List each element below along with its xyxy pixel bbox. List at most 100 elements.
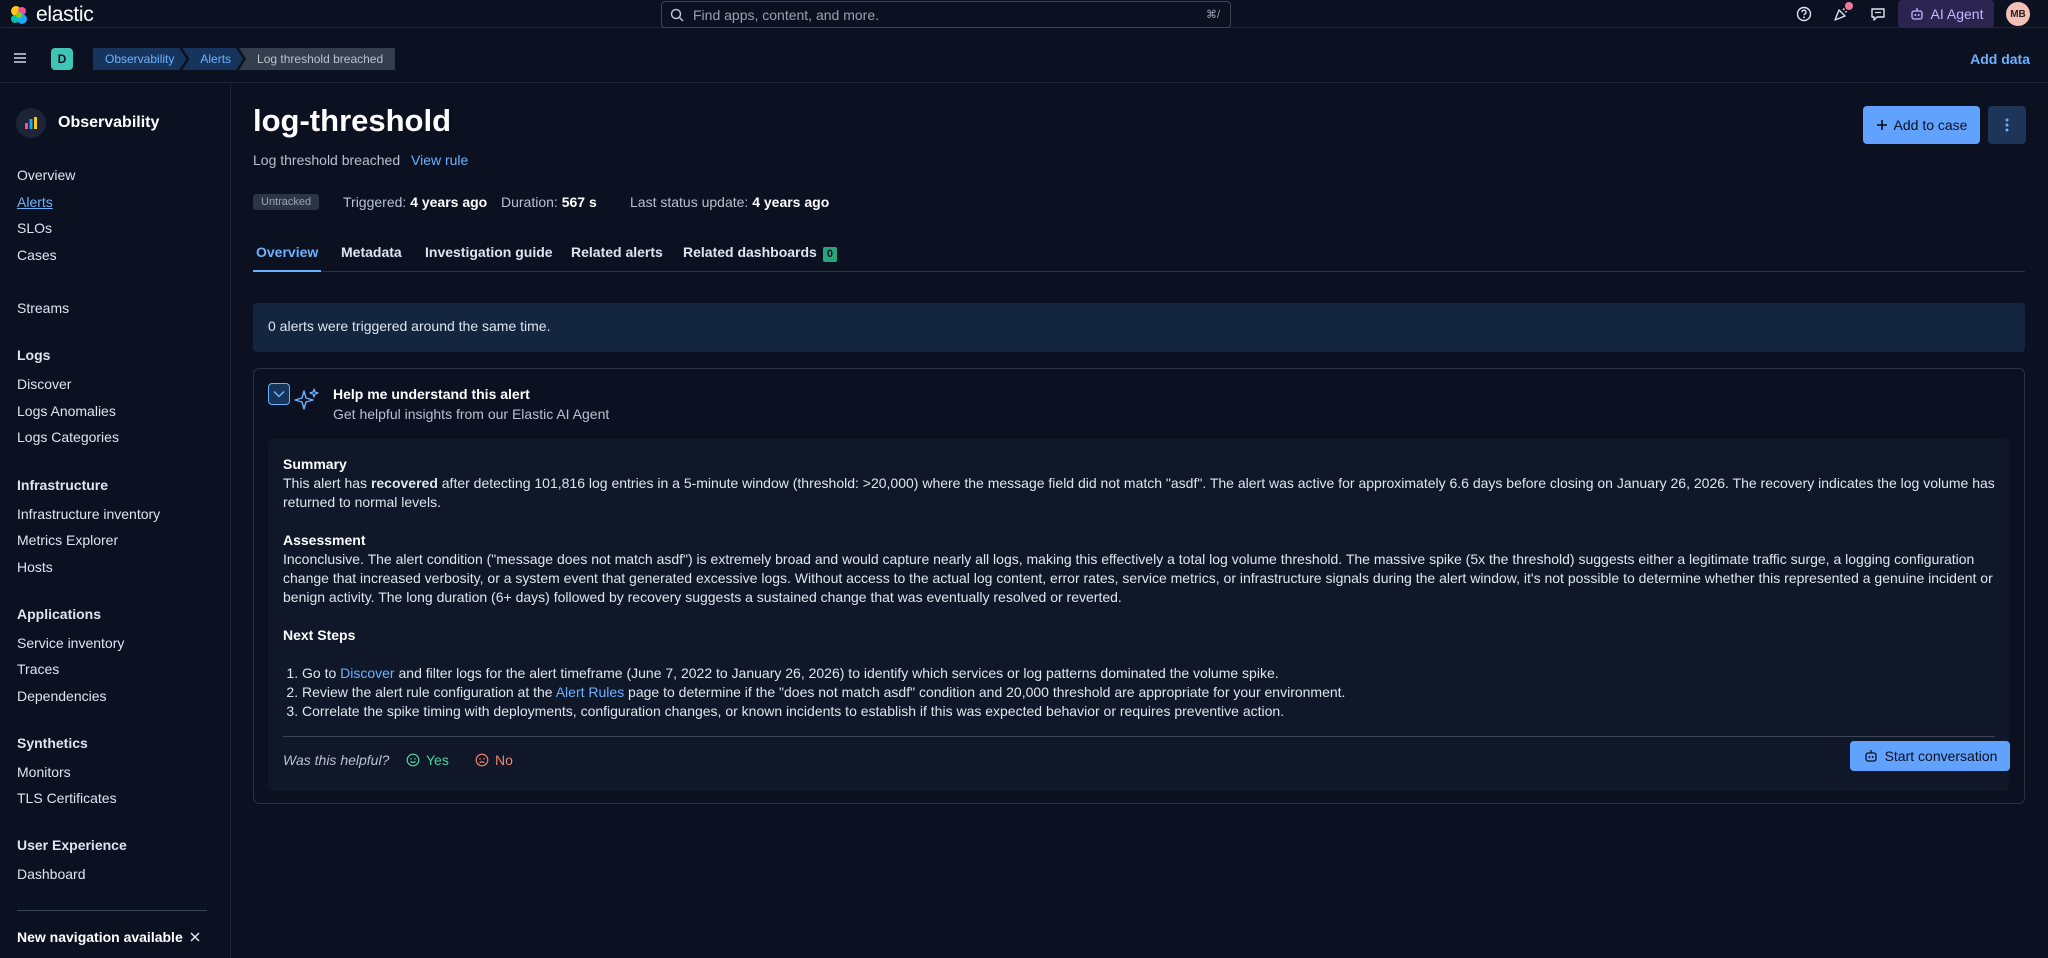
notification-dot [1845,2,1853,10]
sidebar-item-traces[interactable]: Traces [17,661,59,677]
vertical-dots-icon [2005,118,2009,132]
list-item: Correlate the spike timing with deployme… [302,702,1995,721]
sidebar-item-streams[interactable]: Streams [17,300,69,316]
sidebar-item-hosts[interactable]: Hosts [17,559,53,575]
last-status-meta: Last status update: 4 years ago [630,194,829,210]
search-icon [670,8,684,22]
space-selector[interactable]: D [51,48,73,70]
sidebar-item-logs-categories[interactable]: Logs Categories [17,429,119,445]
menu-toggle-icon[interactable] [12,52,28,64]
active-tab-indicator [253,270,321,272]
last-status-value: 4 years ago [752,194,830,210]
search-shortcut: ⌘/ [1205,9,1220,21]
next-steps-heading: Next Steps [283,627,356,643]
smile-icon [406,753,420,767]
list-item: Go to Discover and filter logs for the a… [302,664,1995,683]
tab-metadata[interactable]: Metadata [341,244,402,260]
sidebar-header: Observability [16,108,159,138]
top-header: elastic Find apps, content, and more. ⌘/ [0,0,2048,28]
alert-reason: Log threshold breached [253,152,401,168]
sidebar-item-discover[interactable]: Discover [17,376,71,392]
sidebar-item-monitors[interactable]: Monitors [17,764,71,780]
alert-rules-link[interactable]: Alert Rules [556,684,624,700]
sidebar-divider [17,910,207,911]
sidebar-item-infrastructure-inventory[interactable]: Infrastructure inventory [17,506,160,522]
tab-bar: Overview Metadata Investigation guide Re… [253,230,2025,272]
sidebar-group-applications: Applications [17,606,102,622]
feedback-yes-button[interactable]: Yes [406,752,449,768]
breadcrumb-observability[interactable]: Observability [93,48,186,70]
robot-icon [1864,750,1877,762]
tab-related-dashboards-label: Related dashboards [683,244,817,260]
breadcrumb: Observability Alerts Log threshold breac… [93,48,396,70]
more-actions-button[interactable] [1988,106,2026,144]
ai-insight-panel: Help me understand this alert Get helpfu… [253,368,2025,804]
feedback-yes-label: Yes [426,752,449,768]
add-data-link[interactable]: Add data [1970,51,2030,67]
sidebar-item-dashboard[interactable]: Dashboard [17,866,86,882]
sidebar-item-service-inventory[interactable]: Service inventory [17,635,124,651]
related-alerts-callout: 0 alerts were triggered around the same … [253,303,2025,352]
sidebar-group-user-experience: User Experience [17,837,127,853]
duration-meta: Duration: 567 s [501,194,597,210]
tab-count-badge: 0 [822,247,837,262]
callout-text: 0 alerts were triggered around the same … [268,318,551,334]
breadcrumb-current: Log threshold breached [239,48,396,70]
help-icon[interactable] [1795,5,1813,23]
chevron-down-icon [273,390,285,398]
collapse-toggle[interactable] [268,383,290,405]
sidebar-title: Observability [58,114,160,131]
sidebar: Observability Overview Alerts SLOs Cases… [0,84,231,958]
add-to-case-label: Add to case [1893,117,1968,133]
sidebar-item-logs-anomalies[interactable]: Logs Anomalies [17,403,116,419]
ai-divider [283,736,1995,737]
list-item: Review the alert rule configuration at t… [302,683,1995,702]
global-search[interactable]: Find apps, content, and more. ⌘/ [661,1,1231,28]
tab-investigation-guide[interactable]: Investigation guide [425,244,553,260]
feedback-icon[interactable] [1869,5,1887,23]
elastic-logo-icon [11,6,27,24]
triggered-label: Triggered: [343,194,407,210]
tab-related-alerts[interactable]: Related alerts [571,244,663,260]
breadcrumb-alerts[interactable]: Alerts [182,48,243,70]
sidebar-item-cases[interactable]: Cases [17,247,57,263]
start-conversation-button[interactable]: Start conversation [1850,741,2010,771]
ai-panel-heading: Help me understand this alert [333,386,530,402]
ai-agent-button[interactable]: AI Agent [1898,0,1994,28]
sidebar-group-synthetics: Synthetics [17,735,88,751]
elastic-logo[interactable]: elastic [8,3,94,27]
summary-heading: Summary [283,456,347,472]
sidebar-item-overview[interactable]: Overview [17,167,75,183]
helpful-prompt: Was this helpful? [283,752,390,768]
robot-icon [1910,8,1923,20]
tab-overview[interactable]: Overview [256,244,318,260]
sidebar-item-alerts[interactable]: Alerts [17,194,53,210]
add-to-case-button[interactable]: Add to case [1863,106,1980,144]
last-status-label: Last status update: [630,194,749,210]
user-avatar[interactable]: MB [2006,2,2030,26]
ai-response-content: Summary This alert has recovered after d… [283,455,1995,721]
close-icon[interactable] [189,931,201,943]
sidebar-group-logs: Logs [17,347,51,363]
feedback-no-button[interactable]: No [475,752,513,768]
discover-link[interactable]: Discover [340,665,394,681]
sparkles-icon [294,387,320,413]
sidebar-item-dependencies[interactable]: Dependencies [17,688,107,704]
sidebar-item-metrics-explorer[interactable]: Metrics Explorer [17,532,118,548]
duration-value: 567 s [561,194,597,210]
ai-agent-label: AI Agent [1930,6,1984,22]
triggered-value: 4 years ago [410,194,488,210]
view-rule-link[interactable]: View rule [411,152,468,168]
sidebar-item-slos[interactable]: SLOs [17,220,52,236]
sidebar-item-tls-certificates[interactable]: TLS Certificates [17,790,117,806]
tab-related-dashboards[interactable]: Related dashboards 0 [683,244,837,262]
feedback-no-label: No [495,752,513,768]
new-navigation-notice: New navigation available [17,929,183,945]
plus-icon [1876,120,1887,130]
ai-response: Summary This alert has recovered after d… [268,439,2010,791]
search-input[interactable]: Find apps, content, and more. [693,7,1202,23]
frown-icon [475,753,489,767]
assessment-text: Inconclusive. The alert condition ("mess… [283,551,1993,605]
status-badge: Untracked [253,194,320,210]
observability-logo-icon [16,108,46,138]
